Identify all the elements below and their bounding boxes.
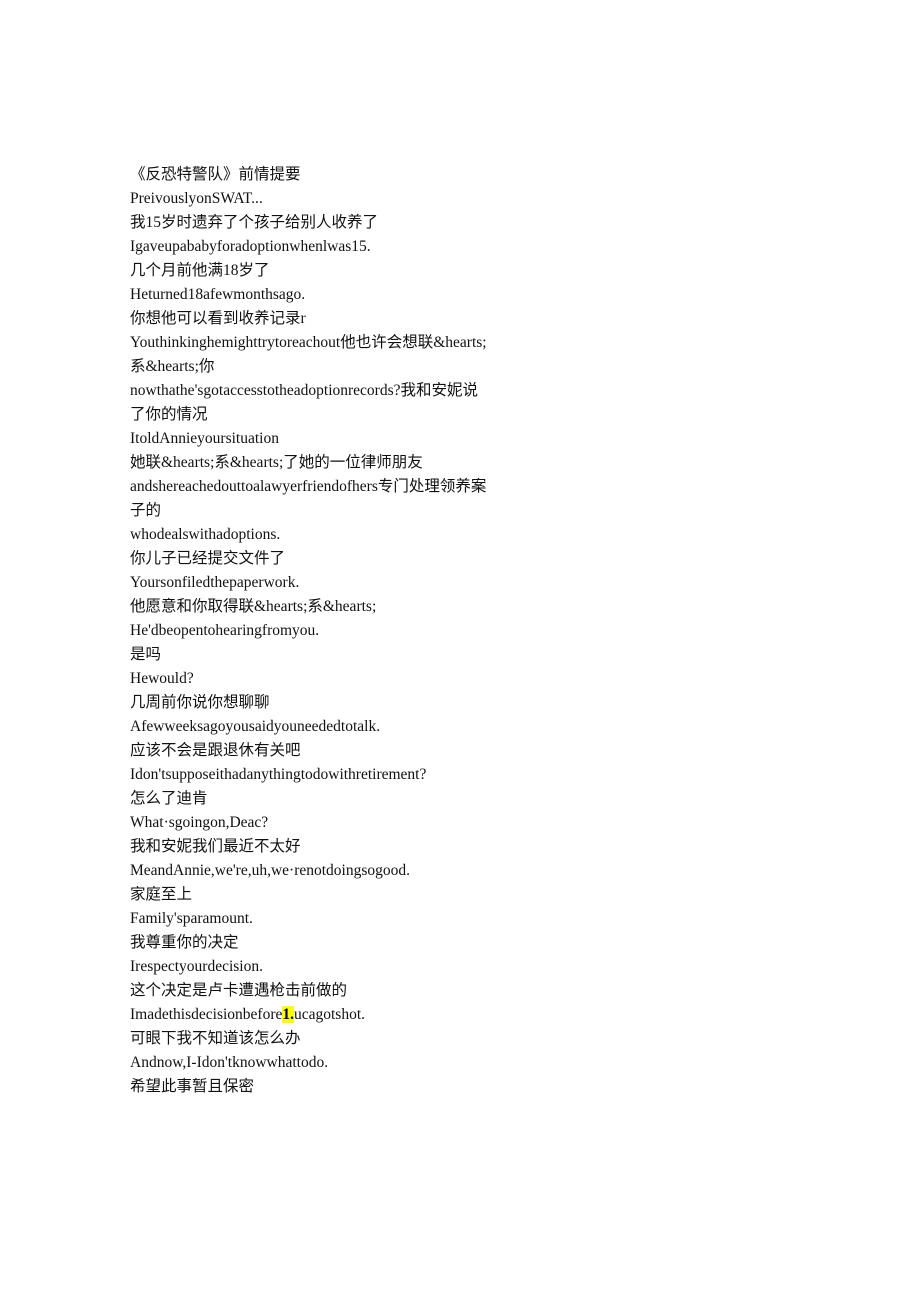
subtitle-text-segment: ucagotshot. [293,1006,366,1023]
subtitle-line-en: ItoldAnnieyoursituation [130,430,279,447]
subtitle-line-en: Hewould? [130,670,194,687]
subtitle-line-zh: 我尊重你的决定 [130,934,239,951]
subtitle-line-en: Imadethisdecisionbefore1.ucagotshot. [130,1003,488,1027]
subtitle-line-en: Heturned18afewmonthsago. [130,286,306,303]
subtitle-line-zh: 你想他可以看到收养记录r [130,310,306,327]
transcript-body: 《反恐特警队》前情提要 PreivouslyonSWAT... 我15岁时遗弃了个孩… [130,163,488,1099]
subtitle-line-zh: 几周前你说你想聊聊 [130,694,270,711]
subtitle-line-zh: 家庭至上 [130,886,193,903]
subtitle-line-en: PreivouslyonSWAT... [130,190,263,207]
subtitle-line-en: nowthathe'sgotaccesstotheadoptionrecords… [130,382,479,423]
subtitle-line-zh: 这个决定是卢卡遭遇枪击前做的 [130,982,348,999]
subtitle-line-en: whodealswithadoptions. [130,526,281,543]
subtitle-line-en: Andnow,I-Idon'tknowwhattodo. [130,1054,329,1071]
subtitle-line-en: Youthinkinghemighttrytoreachout他也许会想联&he… [130,334,487,375]
subtitle-line-en: Family'sparamount. [130,910,253,927]
subtitle-line-en: Igaveupababyforadoptionwhenlwas15. [130,238,371,255]
subtitle-text-segment: Imadethisdecisionbefore [130,1006,283,1023]
subtitle-line-en: Irespectyourdecision. [130,958,263,975]
subtitle-line-zh: 她联&hearts;系&hearts;了她的一位律师朋友 [130,454,423,471]
subtitle-line-zh: 怎么了迪肯 [130,790,208,807]
subtitle-line-zh: 你儿子已经提交文件了 [130,550,286,567]
subtitle-line-en: He'dbeopentohearingfromyou. [130,622,320,639]
search-highlight: 1. [282,1006,294,1023]
subtitle-line-zh: 《反恐特警队》前情提要 [130,166,301,183]
subtitle-line-zh: 可眼下我不知道该怎么办 [130,1030,301,1047]
subtitle-line-zh: 我和安妮我们最近不太好 [130,838,301,855]
subtitle-line-en: Afewweeksagoyousaidyouneededtotalk. [130,718,381,735]
subtitle-line-zh: 几个月前他满18岁了 [130,262,270,279]
subtitle-line-zh: 他愿意和你取得联&hearts;系&hearts; [130,598,377,615]
subtitle-line-zh: 我15岁时遗弃了个孩子给别人收养了 [130,214,379,231]
subtitle-line-zh: 应该不会是跟退休有关吧 [130,742,301,759]
subtitle-line-en: What·sgoingon,Deac? [130,814,269,831]
subtitle-line-en: MeandAnnie,we're,uh,we·renotdoingsogood. [130,862,410,879]
subtitle-line-zh: 希望此事暂且保密 [130,1078,255,1095]
subtitle-line-en: andshereachedouttoalawyerfriendofhers专门处… [130,478,487,519]
subtitle-line-zh: 是吗 [130,646,162,663]
subtitle-line-en: Yoursonfiledthepaperwork. [130,574,300,591]
subtitle-line-en: Idon'tsupposeithadanythingtodowithretire… [130,766,427,783]
